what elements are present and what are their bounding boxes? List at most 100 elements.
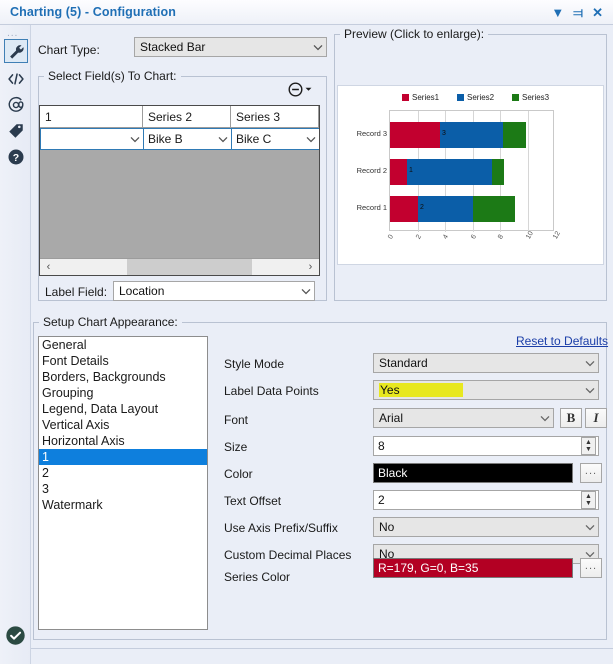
check-circle-icon[interactable] — [5, 625, 26, 646]
label-field-select[interactable]: Location — [113, 281, 315, 301]
scroll-right-icon[interactable]: › — [302, 259, 319, 276]
text-offset-stepper[interactable]: ▲ ▼ — [581, 491, 596, 509]
field-select-3[interactable]: Bike C — [231, 128, 319, 150]
column-header-2[interactable]: Series 2 — [143, 106, 231, 128]
font-value: Arial — [379, 411, 404, 425]
chevron-down-icon — [216, 136, 229, 143]
bar-record2-series3 — [491, 159, 505, 185]
chart-type-label: Chart Type: — [38, 43, 100, 57]
color-swatch-field[interactable]: Black — [373, 463, 573, 483]
field-select-1[interactable] — [40, 128, 144, 150]
field-value-3: Bike C — [236, 132, 272, 146]
appearance-item-legend-data-layout[interactable]: Legend, Data Layout — [39, 401, 207, 417]
chevron-down-icon — [128, 136, 141, 143]
data-label-record1: 2 — [420, 204, 424, 211]
series-color-swatch-field[interactable]: R=179, G=0, B=35 — [373, 558, 573, 578]
bar-record1-series2 — [417, 196, 473, 222]
legend-swatch-series1 — [402, 94, 409, 101]
close-icon[interactable]: ✕ — [592, 6, 603, 19]
field-value-2: Bike B — [148, 132, 183, 146]
appearance-item-borders-backgrounds[interactable]: Borders, Backgrounds — [39, 369, 207, 385]
chevron-down-icon — [538, 415, 551, 422]
size-stepper[interactable]: ▲ ▼ — [581, 437, 596, 455]
pin-icon[interactable]: ⫤ — [573, 6, 583, 19]
code-icon[interactable] — [4, 67, 28, 91]
annotation-icon[interactable] — [4, 93, 28, 117]
legend-entry-series1: Series1 — [402, 93, 439, 102]
appearance-item-horizontal-axis[interactable]: Horizontal Axis — [39, 433, 207, 449]
minus-circle-icon — [288, 82, 303, 97]
series-color-browse-button[interactable]: ... — [580, 558, 602, 578]
chevron-down-icon — [583, 524, 596, 531]
bar-record1-series1 — [390, 196, 418, 222]
custom-decimal-places-label: Custom Decimal Places — [224, 548, 352, 562]
color-browse-button[interactable]: ... — [580, 463, 602, 483]
category-label-record2: Record 2 — [356, 166, 387, 175]
appearance-item-font-details[interactable]: Font Details — [39, 353, 207, 369]
style-mode-select[interactable]: Standard — [373, 353, 599, 373]
italic-button[interactable]: I — [585, 408, 607, 428]
column-header-3[interactable]: Series 3 — [231, 106, 319, 128]
chevron-down-icon — [583, 387, 596, 394]
chevron-down-icon — [299, 288, 312, 295]
label-field-label: Label Field: — [45, 285, 108, 299]
use-axis-prefix-suffix-label: Use Axis Prefix/Suffix — [224, 521, 338, 535]
preview-legend: Preview (Click to enlarge): — [340, 27, 489, 41]
bold-button[interactable]: B — [560, 408, 582, 428]
legend-label-series2: Series2 — [467, 93, 495, 102]
size-input[interactable]: 8 ▲ ▼ — [373, 436, 599, 456]
scroll-thumb[interactable] — [127, 258, 252, 275]
color-value: Black — [378, 466, 408, 480]
chart-preview[interactable]: Series1 Series2 Series3 3 1 2 Record 3 R… — [337, 85, 604, 265]
legend-entry-series3: Series3 — [512, 93, 549, 102]
appearance-item-3[interactable]: 3 — [39, 481, 207, 497]
xtick-6: 6 — [469, 233, 478, 241]
appearance-item-watermark[interactable]: Watermark — [39, 497, 207, 513]
xtick-12: 12 — [552, 230, 562, 241]
category-label-record1: Record 1 — [356, 203, 387, 212]
remove-field-button[interactable] — [288, 82, 312, 97]
fields-grid-hscrollbar[interactable]: ‹ › — [40, 258, 319, 275]
field-select-2[interactable]: Bike B — [143, 128, 232, 150]
appearance-item-vertical-axis[interactable]: Vertical Axis — [39, 417, 207, 433]
help-icon[interactable]: ? — [4, 145, 28, 169]
chevron-down-icon — [583, 551, 596, 558]
text-offset-input[interactable]: 2 ▲ ▼ — [373, 490, 599, 510]
appearance-list[interactable]: General Font Details Borders, Background… — [38, 336, 208, 630]
chevron-down-icon — [304, 136, 317, 143]
legend-swatch-series3 — [512, 94, 519, 101]
bar-record3-series1 — [390, 122, 440, 148]
appearance-legend: Setup Chart Appearance: — [39, 315, 182, 329]
window-dropdown-icon[interactable]: ▼ — [551, 6, 564, 19]
tag-icon[interactable] — [4, 119, 28, 143]
xtick-8: 8 — [497, 233, 506, 241]
use-axis-prefix-suffix-select[interactable]: No — [373, 517, 599, 537]
svg-text:?: ? — [13, 152, 19, 164]
size-value: 8 — [378, 439, 385, 453]
legend-label-series1: Series1 — [412, 93, 440, 102]
appearance-item-general[interactable]: General — [39, 337, 207, 353]
category-label-record3: Record 3 — [356, 129, 387, 138]
style-mode-label: Style Mode — [224, 357, 285, 371]
scroll-left-icon[interactable]: ‹ — [40, 259, 57, 276]
label-data-points-select[interactable]: Yes — [373, 380, 599, 400]
text-offset-label: Text Offset — [224, 494, 282, 508]
tool-rail: ∙∙∙ ? — [0, 25, 31, 664]
color-label: Color — [224, 467, 253, 481]
column-header-1[interactable]: 1 — [40, 106, 143, 128]
label-data-points-value: Yes — [379, 383, 463, 397]
fields-grid: 1 Series 2 Series 3 Bike B Bike C ‹ › — [39, 105, 320, 276]
reset-to-defaults-link[interactable]: Reset to Defaults — [516, 334, 608, 348]
xtick-10: 10 — [524, 230, 535, 241]
title-bar: Charting (5) - Configuration ▼ ⫤ ✕ — [0, 0, 613, 25]
series-color-label: Series Color — [224, 570, 291, 584]
appearance-item-1[interactable]: 1 — [39, 449, 207, 465]
scroll-track[interactable] — [57, 258, 302, 275]
font-select[interactable]: Arial — [373, 408, 554, 428]
bar-record2-series1 — [390, 159, 407, 185]
appearance-item-grouping[interactable]: Grouping — [39, 385, 207, 401]
appearance-item-2[interactable]: 2 — [39, 465, 207, 481]
chart-type-select[interactable]: Stacked Bar — [134, 37, 327, 57]
xtick-2: 2 — [414, 233, 423, 241]
wrench-icon[interactable] — [4, 39, 28, 63]
